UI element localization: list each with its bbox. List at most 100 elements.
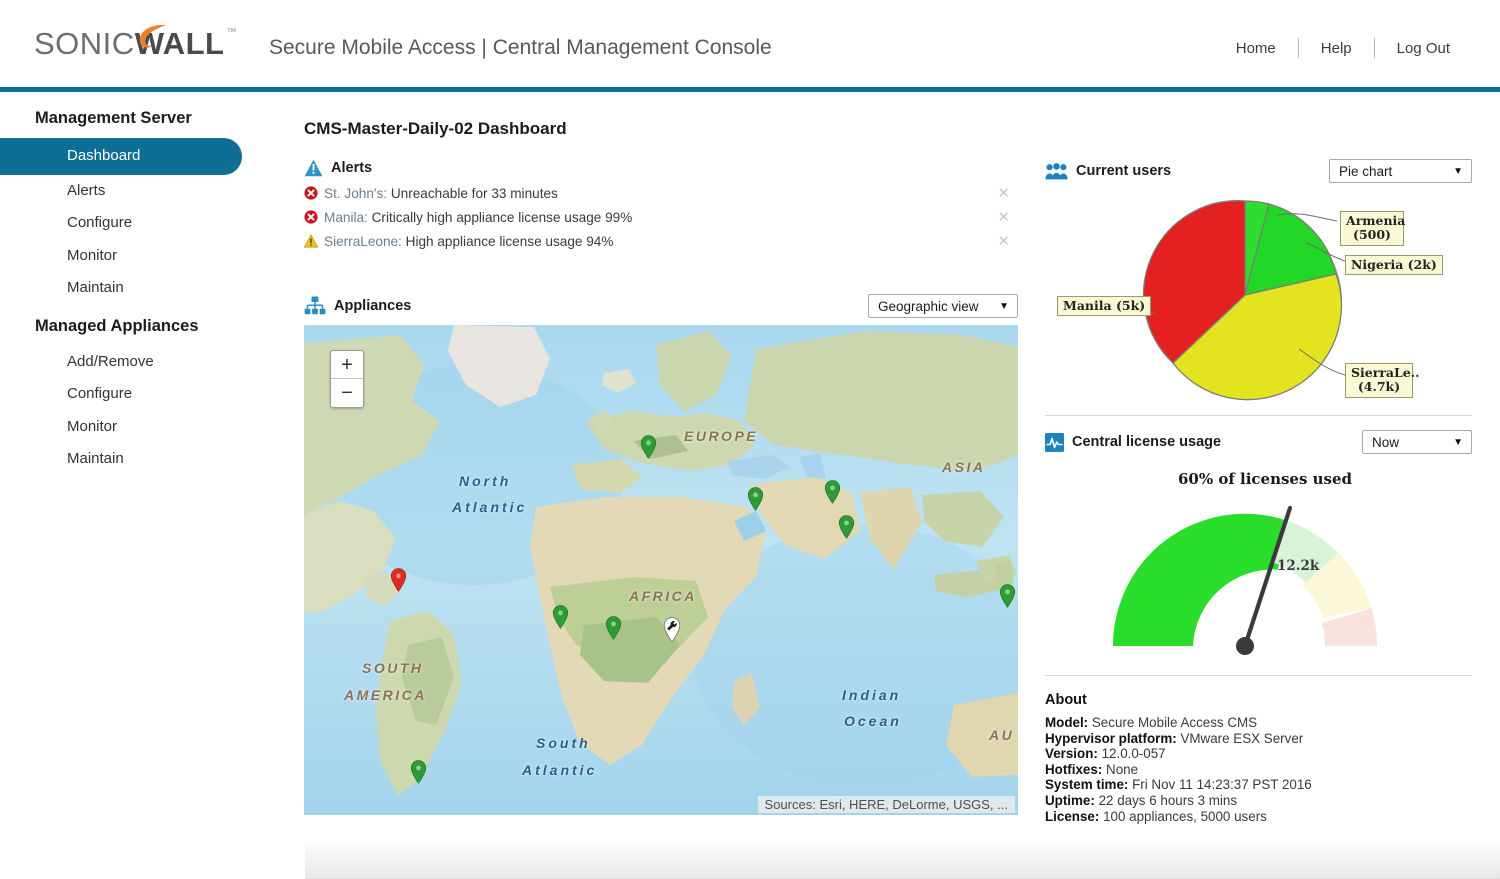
sidebar-item-appliance-configure[interactable]: Configure — [0, 378, 290, 411]
sidebar-group-management-server: Management Server — [0, 97, 290, 138]
about-label-version: Version: — [1045, 746, 1098, 761]
about-label-hypervisor: Hypervisor platform: — [1045, 731, 1177, 746]
appliance-map[interactable]: North Atlantic South Atlantic Indian Oce… — [304, 325, 1018, 815]
marker-germany[interactable] — [640, 435, 657, 459]
marker-central-asia[interactable] — [824, 480, 841, 504]
about-value-license: 100 appliances, 5000 users — [1103, 809, 1267, 824]
gauge-svg — [1045, 488, 1485, 688]
about-value-hypervisor: VMware ESX Server — [1180, 731, 1303, 746]
license-period-select[interactable]: Now ▼ — [1362, 430, 1472, 454]
sidebar-item-add-remove[interactable]: Add/Remove — [0, 346, 290, 379]
current-users-view-select[interactable]: Pie chart ▼ — [1329, 159, 1472, 183]
map-zoom-in-button[interactable]: + — [331, 351, 363, 379]
pie-label-sierraleone: SierraLe.. (4.7k) — [1345, 363, 1413, 398]
license-usage-gauge: 60% of licenses used 12.2k — [1045, 454, 1485, 669]
pie-label-sierraleone-name: SierraLe.. — [1351, 365, 1419, 380]
about-widget: About Model: Secure Mobile Access CMS Hy… — [1045, 692, 1485, 824]
about-row-uptime: Uptime: 22 days 6 hours 3 mins — [1045, 793, 1485, 809]
appliance-view-value: Geographic view — [878, 299, 979, 314]
alert-dismiss-icon[interactable]: ✕ — [997, 234, 1014, 249]
nav-logout[interactable]: Log Out — [1375, 40, 1472, 57]
about-value-hotfixes: None — [1106, 762, 1138, 777]
sidebar-item-dashboard[interactable]: Dashboard — [0, 138, 242, 175]
license-usage-title: Central license usage — [1072, 434, 1221, 450]
page-footer — [305, 838, 1500, 879]
hierarchy-icon — [304, 296, 326, 316]
right-column: Current users Pie chart ▼ — [1045, 159, 1485, 824]
sidebar-item-maintain[interactable]: Maintain — [0, 272, 290, 305]
about-row-license: License: 100 appliances, 5000 users — [1045, 809, 1485, 825]
appliance-view-select[interactable]: Geographic view ▼ — [868, 294, 1018, 318]
about-label-model: Model: — [1045, 715, 1088, 730]
logo-trademark: ™ — [227, 27, 238, 38]
marker-turkey[interactable] — [747, 487, 764, 511]
alert-dismiss-icon[interactable]: ✕ — [997, 210, 1014, 225]
warning-small-icon — [304, 234, 324, 248]
appliances-title: Appliances — [334, 298, 411, 314]
chevron-down-icon: ▼ — [1439, 166, 1463, 177]
alert-message: Critically high appliance license usage … — [372, 210, 633, 225]
nav-help[interactable]: Help — [1299, 40, 1374, 57]
marker-st-johns[interactable] — [390, 568, 407, 592]
nav-home[interactable]: Home — [1214, 40, 1298, 57]
sidebar: Management Server Dashboard Alerts Confi… — [0, 97, 290, 879]
marker-pakistan[interactable] — [838, 515, 855, 539]
logo-wall-text: WALL — [135, 26, 225, 61]
sidebar-item-configure[interactable]: Configure — [0, 207, 290, 240]
app-header: SONICWALL™ Secure Mobile Access | Centra… — [0, 0, 1500, 92]
header-title: Secure Mobile Access | Central Managemen… — [269, 36, 772, 60]
sidebar-item-appliance-maintain[interactable]: Maintain — [0, 443, 290, 476]
marker-maintenance-wrench-icon[interactable] — [662, 617, 682, 643]
map-attribution: Sources: Esri, HERE, DeLorme, USGS, ... — [758, 796, 1015, 813]
current-users-header: Current users Pie chart ▼ — [1045, 159, 1472, 183]
logo-sonic-text: SONIC — [34, 26, 135, 61]
about-row-hotfixes: Hotfixes: None — [1045, 762, 1485, 778]
alerts-widget: Alerts St. John's: Unreachable for 33 mi… — [304, 159, 1014, 251]
map-zoom-out-button[interactable]: − — [331, 379, 363, 407]
alert-appliance-name: SierraLeone: — [324, 234, 402, 249]
about-value-system-time: Fri Nov 11 14:23:37 PST 2016 — [1132, 777, 1312, 792]
about-row-hypervisor: Hypervisor platform: VMware ESX Server — [1045, 731, 1485, 747]
appliances-widget: Appliances Geographic view ▼ — [304, 293, 1018, 815]
map-zoom-controls[interactable]: + − — [330, 350, 364, 408]
pie-label-sierraleone-value: (4.7k) — [1358, 379, 1400, 394]
sidebar-group-managed-appliances: Managed Appliances — [0, 305, 290, 346]
about-label-system-time: System time: — [1045, 777, 1128, 792]
about-value-version: 12.0.0-057 — [1102, 746, 1166, 761]
marker-philippines[interactable] — [999, 584, 1016, 608]
gauge-value-label: 12.2k — [1277, 558, 1319, 574]
alert-appliance-name: Manila: — [324, 210, 368, 225]
main-content: CMS-Master-Daily-02 Dashboard Alerts — [290, 97, 1500, 879]
about-label-uptime: Uptime: — [1045, 793, 1095, 808]
alert-dismiss-icon[interactable]: ✕ — [997, 186, 1014, 201]
pie-label-nigeria: Nigeria (2k) — [1345, 255, 1443, 275]
marker-nigeria[interactable] — [605, 616, 622, 640]
marker-sierraleone[interactable] — [552, 605, 569, 629]
section-divider — [1045, 415, 1472, 416]
alert-row: SierraLeone: High appliance license usag… — [304, 231, 1014, 251]
appliances-header: Appliances Geographic view ▼ — [304, 293, 1018, 319]
current-users-title: Current users — [1076, 163, 1171, 179]
about-value-model: Secure Mobile Access CMS — [1092, 715, 1257, 730]
dashboard-page: SONICWALL™ Secure Mobile Access | Centra… — [0, 0, 1500, 879]
header-nav: Home Help Log Out — [1214, 38, 1472, 58]
chevron-down-icon: ▼ — [1439, 437, 1463, 448]
about-value-uptime: 22 days 6 hours 3 mins — [1099, 793, 1237, 808]
sidebar-item-alerts[interactable]: Alerts — [0, 175, 290, 208]
alert-row: St. John's: Unreachable for 33 minutes ✕ — [304, 183, 1014, 203]
chevron-down-icon: ▼ — [985, 301, 1009, 312]
about-row-version: Version: 12.0.0-057 — [1045, 746, 1485, 762]
sonicwall-logo[interactable]: SONICWALL™ — [34, 28, 237, 59]
marker-brazil[interactable] — [410, 760, 427, 784]
pie-label-armenia-value: (500) — [1353, 227, 1391, 242]
current-users-view-value: Pie chart — [1339, 164, 1392, 179]
alerts-title: Alerts — [331, 160, 372, 176]
sidebar-item-appliance-monitor[interactable]: Monitor — [0, 411, 290, 444]
alerts-list: St. John's: Unreachable for 33 minutes ✕… — [304, 183, 1014, 251]
pulse-icon — [1045, 433, 1064, 452]
license-period-value: Now — [1372, 435, 1399, 450]
pie-label-armenia-name: Armenia — [1346, 213, 1405, 228]
alerts-header: Alerts — [304, 159, 1014, 177]
alert-message: High appliance license usage 94% — [406, 234, 614, 249]
sidebar-item-monitor[interactable]: Monitor — [0, 240, 290, 273]
